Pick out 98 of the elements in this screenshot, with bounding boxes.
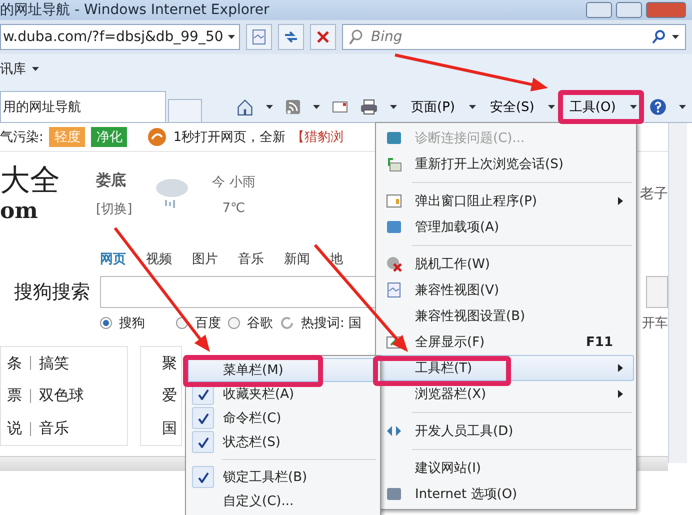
link-text[interactable]: 搞笑 xyxy=(39,354,69,373)
link-text[interactable]: 音乐 xyxy=(39,419,69,438)
side-text: 开车 xyxy=(642,315,668,332)
radio-button[interactable] xyxy=(228,317,240,329)
temperature-text: 7℃ xyxy=(222,200,246,216)
site-text: 老子 xyxy=(640,185,668,203)
arrows-icon xyxy=(386,423,402,439)
caret-icon[interactable] xyxy=(32,67,39,71)
address-field[interactable]: w.duba.com/?f=dbsj&db_99_50 xyxy=(0,24,240,50)
logo-text: 大全 xyxy=(0,164,61,198)
torn-page-icon xyxy=(251,29,267,45)
printer-icon[interactable] xyxy=(360,99,378,115)
weather-text: 今 小雨 xyxy=(212,174,256,190)
search-field[interactable]: Bing xyxy=(342,24,686,50)
checkbox[interactable] xyxy=(192,466,214,488)
menu-item[interactable]: 管理加载项(A) xyxy=(378,214,634,240)
menu-item[interactable]: 重新打开上次浏览会话(S) xyxy=(378,151,634,177)
globe-cross-icon xyxy=(386,256,402,272)
home-icon[interactable] xyxy=(236,98,254,116)
caret-icon[interactable] xyxy=(630,105,637,109)
minimize-button[interactable] xyxy=(586,2,612,18)
logo-text: om xyxy=(0,198,39,224)
menu-item[interactable]: 收藏夹栏(A) xyxy=(188,382,378,406)
browser-tab[interactable]: 用的网址导航 xyxy=(0,91,166,122)
favorites-item[interactable]: 讯库 xyxy=(0,60,26,78)
radio-label[interactable]: 搜狗 xyxy=(119,314,145,332)
check-icon xyxy=(198,412,208,424)
menu-item[interactable]: 锁定工具栏(B) xyxy=(188,465,378,489)
caret-icon[interactable] xyxy=(678,105,686,109)
menu-item[interactable]: 开发人员工具(D) xyxy=(378,418,634,444)
compatibility-button[interactable] xyxy=(246,24,272,50)
city-name: 娄底 xyxy=(96,170,126,190)
arrow-folder-icon xyxy=(386,156,402,172)
caret-icon[interactable] xyxy=(313,105,320,109)
caret-icon[interactable] xyxy=(266,105,273,109)
menu-item[interactable]: 自定义(C)... xyxy=(188,489,378,513)
caret-icon[interactable] xyxy=(468,105,476,109)
vertical-scrollbar[interactable] xyxy=(668,123,687,463)
command-menu-button[interactable]: 页面(P) xyxy=(409,96,457,118)
link-text[interactable]: 聚 xyxy=(162,354,177,373)
promo-link[interactable]: 【猎豹浏 xyxy=(292,128,344,146)
caret-icon[interactable] xyxy=(548,105,556,109)
radio-button[interactable] xyxy=(100,317,112,329)
menu-item[interactable]: 脱机工作(W) xyxy=(378,251,634,277)
command-menu-button[interactable]: 安全(S) xyxy=(488,96,536,118)
search-icon xyxy=(349,29,363,45)
swirl-logo-icon xyxy=(147,127,168,147)
caret-icon[interactable] xyxy=(228,35,235,39)
menu-item[interactable]: 兼容性视图(V) xyxy=(378,277,634,303)
search-icon[interactable] xyxy=(652,30,666,44)
search-label: 搜狗搜索 xyxy=(13,280,90,305)
search-input[interactable]: Bing xyxy=(369,28,646,46)
close-icon xyxy=(317,31,329,43)
status-tag: 净化 xyxy=(91,127,128,147)
mail-icon[interactable] xyxy=(332,100,348,114)
menu-item[interactable]: 状态栏(S) xyxy=(188,430,378,454)
feed-icon[interactable] xyxy=(285,99,301,115)
checkbox[interactable] xyxy=(192,431,214,453)
stop-button[interactable] xyxy=(310,24,336,50)
menu-item[interactable]: 浏览器栏(X) xyxy=(378,381,634,407)
search-tab[interactable]: 网页 xyxy=(100,250,126,268)
window-title: 的网址导航 - Windows Internet Explorer xyxy=(0,1,270,19)
refresh-button[interactable] xyxy=(278,24,304,50)
link-text[interactable]: 爱 xyxy=(162,386,177,406)
help-icon[interactable] xyxy=(648,98,667,116)
refresh-icon xyxy=(284,31,298,43)
caret-icon[interactable] xyxy=(390,105,397,109)
window-icon xyxy=(386,193,402,209)
command-menu-button[interactable]: 工具(O) xyxy=(567,96,618,118)
link-text[interactable]: 条 xyxy=(7,354,22,373)
hot-words-text: 热搜词: 国 xyxy=(301,315,362,332)
search-tab[interactable]: 图片 xyxy=(192,250,218,268)
notice-label: 气污染: xyxy=(0,129,44,146)
check-icon xyxy=(198,388,208,400)
radio-label[interactable]: 百度 xyxy=(195,314,221,332)
link-text[interactable]: 国 xyxy=(162,419,177,438)
check-icon xyxy=(198,436,208,448)
caret-icon[interactable] xyxy=(672,35,679,39)
menu-item[interactable]: 兼容性视图设置(B) xyxy=(378,303,634,329)
radio-label[interactable]: 谷歌 xyxy=(247,314,273,332)
check-icon xyxy=(198,472,208,482)
promo-text: 1秒打开网页，全新 xyxy=(173,129,286,146)
torn-page-icon xyxy=(386,282,402,298)
link-text[interactable]: 票 xyxy=(7,386,22,406)
menu-item[interactable]: 建议网站(I) xyxy=(378,455,634,481)
link-text[interactable]: 双色球 xyxy=(39,386,84,406)
menu-item[interactable]: 弹出窗口阻止程序(P) xyxy=(378,188,634,214)
search-tab[interactable]: 视频 xyxy=(146,250,172,268)
status-tag: 轻度 xyxy=(49,127,86,147)
maximize-button[interactable] xyxy=(616,2,642,18)
menu-item[interactable]: 命令栏(C) xyxy=(188,406,378,430)
search-tab[interactable]: 新闻 xyxy=(284,250,310,268)
switch-link[interactable]: [切换] xyxy=(96,200,132,218)
search-tab[interactable]: 音乐 xyxy=(238,250,264,268)
link-text[interactable]: 说 xyxy=(7,419,22,438)
search-tab[interactable]: 地 xyxy=(330,250,343,268)
menu-item[interactable]: Internet 选项(O) xyxy=(378,481,634,507)
checkbox[interactable] xyxy=(192,407,214,429)
